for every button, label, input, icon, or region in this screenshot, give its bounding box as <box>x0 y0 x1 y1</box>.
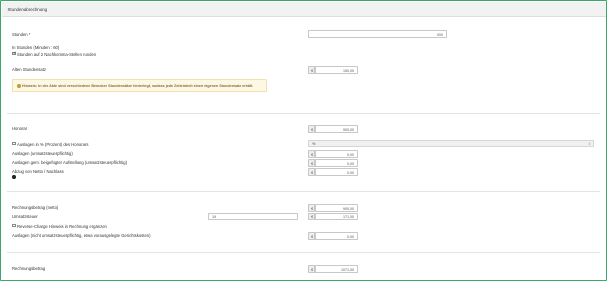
expenses-vat-label: Auslagen (umsatzsteuerpflichtig) <box>12 151 73 156</box>
hours-input[interactable]: 000 <box>308 30 447 38</box>
fee-input[interactable]: 900,00 <box>315 125 358 133</box>
expenses-vat-input[interactable]: 0,00 <box>315 150 358 158</box>
old-rate-input[interactable]: 150,00 <box>315 66 358 74</box>
warning-icon <box>17 84 21 88</box>
gross-total-value: 1071,00 <box>341 267 354 272</box>
hours-value: 000 <box>437 32 443 37</box>
select-arrows-icon: ⇕ <box>587 142 591 146</box>
fee-value: 900,00 <box>343 127 354 132</box>
section-divider <box>7 252 600 253</box>
vat-amount-value: 171,00 <box>343 215 354 220</box>
expenses-vat-value: 0,00 <box>347 152 354 157</box>
extra-expenses-currency: € <box>308 232 315 240</box>
hours-hint: In Stunden (Minuten : 60) <box>12 45 60 50</box>
extra-expenses-input[interactable]: 0,00 <box>315 232 358 240</box>
expenses-reserve-value: 0,00 <box>347 161 354 166</box>
panel-title: Stundenabrechnung <box>7 6 48 12</box>
gross-total-input[interactable]: 1071,00 <box>315 265 358 273</box>
vat-rate-input[interactable]: 19 <box>208 212 298 220</box>
net-total-value: 900,00 <box>343 206 354 211</box>
old-rate-currency: € <box>308 66 315 74</box>
extra-expenses-value: 0,00 <box>347 234 354 239</box>
deduction-input[interactable]: 0,00 <box>315 168 358 176</box>
expenses-reserve-currency: € <box>308 159 315 167</box>
vat-rate-value: 19 <box>212 215 216 220</box>
round-hours-label: Stunden auf 2 Nachkomma-Stellen runden <box>17 51 97 57</box>
gross-total-currency: € <box>308 265 315 273</box>
expenses-percent-select[interactable]: % ⇕ <box>308 140 594 147</box>
expenses-percent-checkbox[interactable] <box>12 141 16 146</box>
rate-notice-text: Hinweis: In der Akte sind verschiedene B… <box>22 84 254 89</box>
panel-header: Stundenabrechnung <box>1 1 606 17</box>
expenses-percent-label: Auslagen in % (Prozent) des Honorars <box>17 141 89 147</box>
expenses-reserve-label: Auslagen gem. beigefügter Aufstellung (u… <box>12 160 127 165</box>
rate-notice: Hinweis: In der Akte sind verschiedene B… <box>12 79 267 92</box>
vat-label: Umsatzsteuer <box>12 213 38 219</box>
extra-expenses-label: Auslagen (nicht umsatzsteuerpflichtig, e… <box>12 233 151 238</box>
old-rate-label: Alten Stundensatz <box>12 67 46 72</box>
gross-total-label: Rechnungsbetrag <box>12 266 46 271</box>
vat-currency: € <box>308 212 315 220</box>
net-total-currency: € <box>308 204 315 212</box>
deduction-currency: € <box>308 168 315 176</box>
percent-symbol: % <box>312 142 316 147</box>
help-icon[interactable] <box>12 175 16 179</box>
net-total-input[interactable]: 900,00 <box>315 204 358 212</box>
deduction-value: 0,00 <box>347 170 354 175</box>
fee-label: Honorar <box>12 126 28 131</box>
section-divider <box>7 191 600 192</box>
round-hours-checkbox[interactable] <box>12 51 16 56</box>
net-total-label: Rechnungsbetrag (netto) <box>12 205 59 210</box>
section-divider <box>7 113 600 114</box>
old-rate-value: 150,00 <box>343 68 354 73</box>
reverse-charge-label: Reverse-Charge Hinweis in Rechnung ergän… <box>17 223 107 229</box>
expenses-vat-currency: € <box>308 150 315 158</box>
hours-label: Stunden * <box>12 32 31 37</box>
vat-amount-input[interactable]: 171,00 <box>315 212 358 220</box>
reverse-charge-checkbox[interactable] <box>12 223 16 228</box>
deduction-label: Abzug von Netto / Nachlass <box>12 169 64 174</box>
fee-currency: € <box>308 125 315 133</box>
expenses-reserve-input[interactable]: 0,00 <box>315 159 358 167</box>
